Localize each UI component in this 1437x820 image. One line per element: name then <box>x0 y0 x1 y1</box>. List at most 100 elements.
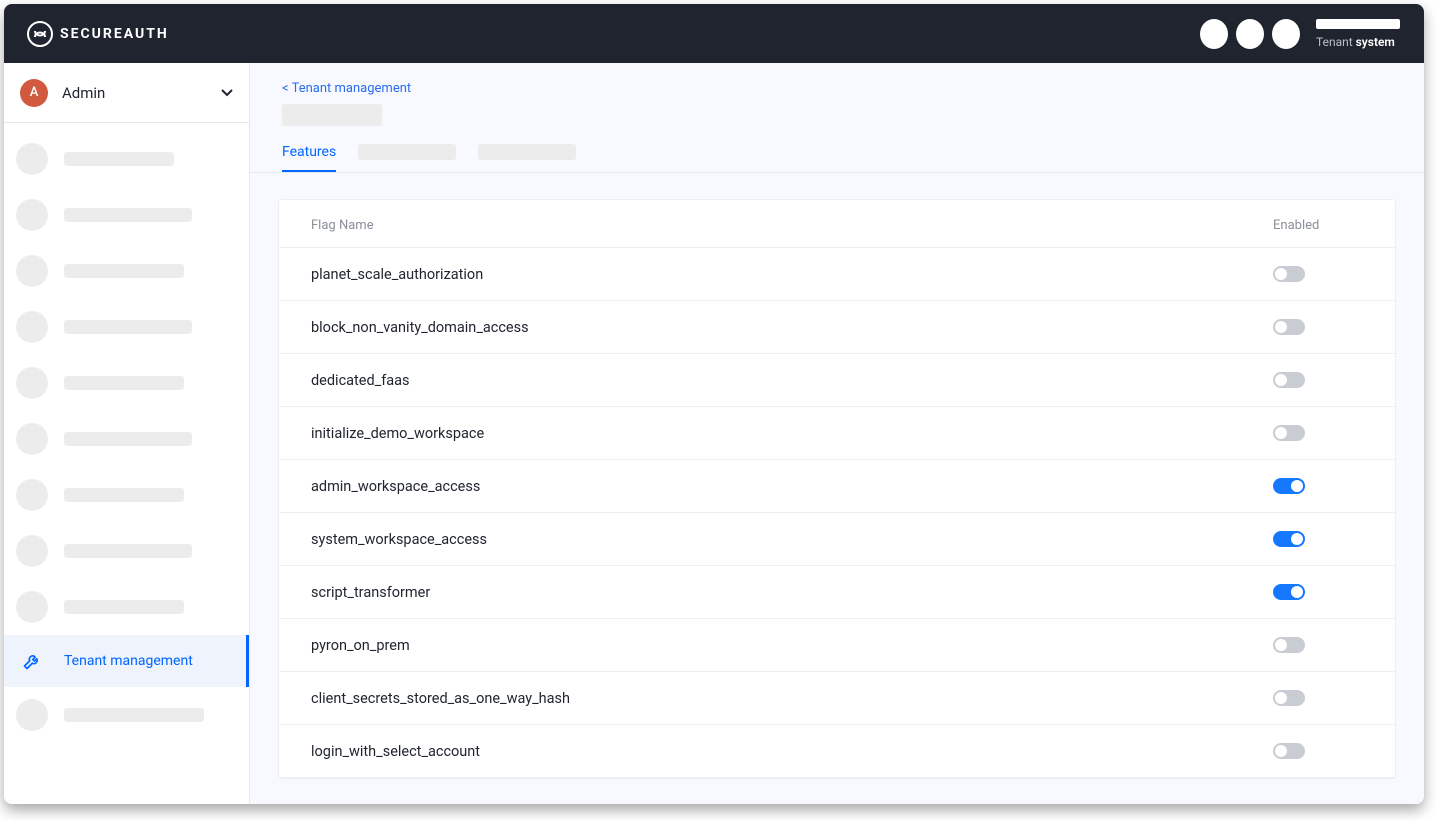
feature-toggle[interactable] <box>1273 478 1305 494</box>
feature-toggle[interactable] <box>1273 531 1305 547</box>
nav-label-placeholder <box>64 376 184 390</box>
tenant-label: Tenant system <box>1316 35 1400 49</box>
table-row: planet_scale_authorization <box>279 248 1395 301</box>
nav-label-placeholder <box>64 208 192 222</box>
toggle-cell <box>1273 425 1363 441</box>
header-avatar[interactable] <box>1272 19 1300 49</box>
flag-name: block_non_vanity_domain_access <box>311 319 1273 336</box>
flag-name: script_transformer <box>311 584 1273 601</box>
nav-icon-placeholder <box>16 479 48 511</box>
content-area: Flag Name Enabled planet_scale_authoriza… <box>250 173 1424 804</box>
flag-name: admin_workspace_access <box>311 478 1273 495</box>
nav-label-placeholder <box>64 544 192 558</box>
table-header: Flag Name Enabled <box>279 200 1395 248</box>
main-header: < Tenant management Features <box>250 63 1424 173</box>
toggle-cell <box>1273 743 1363 759</box>
feature-toggle[interactable] <box>1273 584 1305 600</box>
table-body: planet_scale_authorization block_non_vani… <box>279 248 1395 778</box>
feature-toggle[interactable] <box>1273 743 1305 759</box>
flag-name: planet_scale_authorization <box>311 266 1273 283</box>
nav-label-placeholder <box>64 432 192 446</box>
nav-icon-placeholder <box>16 699 48 731</box>
flag-name: client_secrets_stored_as_one_way_hash <box>311 690 1273 707</box>
header-action-2[interactable] <box>1236 19 1264 49</box>
table-row: dedicated_faas <box>279 354 1395 407</box>
nav-icon-placeholder <box>16 591 48 623</box>
nav-label-placeholder <box>64 600 184 614</box>
chevron-down-icon <box>221 86 233 100</box>
workspace-name: Admin <box>62 84 207 102</box>
nav-icon-placeholder <box>16 255 48 287</box>
header-right: Tenant system <box>1200 19 1400 49</box>
tenant-name-placeholder <box>1316 19 1400 29</box>
breadcrumb[interactable]: < Tenant management <box>282 81 1392 96</box>
feature-toggle[interactable] <box>1273 319 1305 335</box>
toggle-cell <box>1273 584 1363 600</box>
brand-name: SECUREAUTH <box>60 26 169 42</box>
nav-label-placeholder <box>64 708 204 722</box>
table-row: pyron_on_prem <box>279 619 1395 672</box>
nav-icon-placeholder <box>16 535 48 567</box>
sidebar-nav: Tenant management <box>4 123 249 804</box>
sidebar-item[interactable] <box>4 243 249 299</box>
tab-features[interactable]: Features <box>282 144 336 172</box>
table-row: admin_workspace_access <box>279 460 1395 513</box>
nav-label-placeholder <box>64 320 192 334</box>
tab-placeholder[interactable] <box>358 144 456 160</box>
sidebar-item[interactable] <box>4 579 249 635</box>
nav-label-placeholder <box>64 152 174 166</box>
nav-icon-placeholder <box>16 311 48 343</box>
toggle-cell <box>1273 531 1363 547</box>
tenant-switcher[interactable]: Tenant system <box>1316 19 1400 49</box>
sidebar-item[interactable] <box>4 687 249 743</box>
tab-placeholder[interactable] <box>478 144 576 160</box>
table-row: system_workspace_access <box>279 513 1395 566</box>
sidebar-item[interactable] <box>4 131 249 187</box>
flag-name: login_with_select_account <box>311 743 1273 760</box>
feature-toggle[interactable] <box>1273 637 1305 653</box>
flag-name: initialize_demo_workspace <box>311 425 1273 442</box>
nav-label-placeholder <box>64 264 184 278</box>
toggle-cell <box>1273 319 1363 335</box>
feature-toggle[interactable] <box>1273 266 1305 282</box>
brand-logo[interactable]: SECUREAUTH <box>26 20 169 48</box>
table-row: script_transformer <box>279 566 1395 619</box>
flag-name: dedicated_faas <box>311 372 1273 389</box>
header-action-1[interactable] <box>1200 19 1228 49</box>
sidebar-item[interactable] <box>4 467 249 523</box>
feature-toggle[interactable] <box>1273 372 1305 388</box>
sidebar: A Admin <box>4 63 250 804</box>
nav-icon-placeholder <box>16 143 48 175</box>
toggle-cell <box>1273 690 1363 706</box>
toggle-cell <box>1273 266 1363 282</box>
table-row: block_non_vanity_domain_access <box>279 301 1395 354</box>
sidebar-item[interactable] <box>4 187 249 243</box>
toggle-cell <box>1273 637 1363 653</box>
flag-name: pyron_on_prem <box>311 637 1273 654</box>
nav-label-placeholder <box>64 488 184 502</box>
feature-toggle[interactable] <box>1273 425 1305 441</box>
feature-toggle[interactable] <box>1273 690 1305 706</box>
sidebar-item[interactable] <box>4 411 249 467</box>
toggle-cell <box>1273 372 1363 388</box>
secureauth-logo-icon <box>26 20 54 48</box>
main-content: < Tenant management Features Flag Name E… <box>250 63 1424 804</box>
sidebar-item-tenant-management[interactable]: Tenant management <box>4 635 249 687</box>
sidebar-item-label: Tenant management <box>64 653 193 669</box>
nav-icon-placeholder <box>16 367 48 399</box>
table-row: login_with_select_account <box>279 725 1395 778</box>
app-frame: SECUREAUTH Tenant system A Admin <box>4 4 1424 804</box>
sidebar-item[interactable] <box>4 355 249 411</box>
nav-icon-placeholder <box>16 199 48 231</box>
workspace-avatar: A <box>20 79 48 107</box>
workspace-selector[interactable]: A Admin <box>4 63 249 123</box>
toggle-cell <box>1273 478 1363 494</box>
tabs: Features <box>282 144 1392 172</box>
sidebar-item[interactable] <box>4 299 249 355</box>
sidebar-item[interactable] <box>4 523 249 579</box>
nav-icon-placeholder <box>16 423 48 455</box>
table-row: client_secrets_stored_as_one_way_hash <box>279 672 1395 725</box>
flags-table: Flag Name Enabled planet_scale_authoriza… <box>278 199 1396 779</box>
table-row: initialize_demo_workspace <box>279 407 1395 460</box>
col-header-enabled: Enabled <box>1273 218 1363 233</box>
